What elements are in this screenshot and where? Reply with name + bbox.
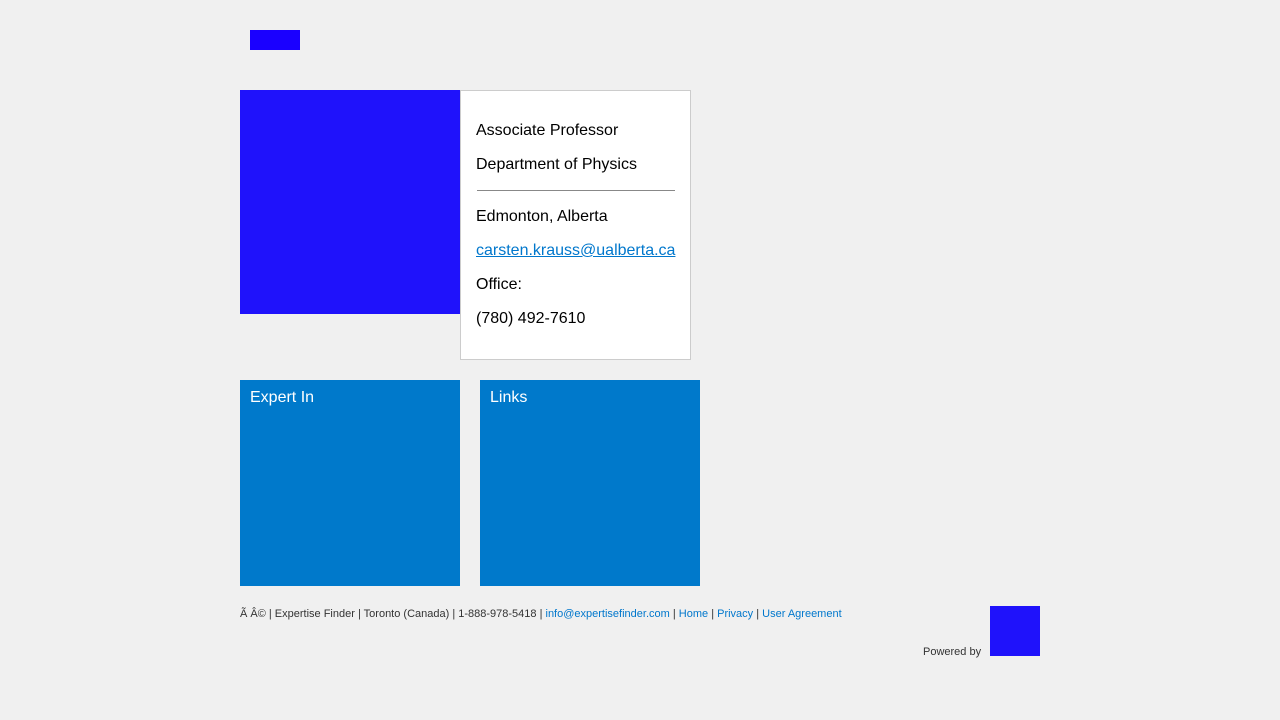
site-logo[interactable] (250, 30, 300, 50)
footer-user-agreement-link[interactable]: User Agreement (762, 608, 841, 620)
powered-by-label: Powered by (923, 646, 982, 658)
profile-email-link[interactable]: carsten.krauss@ualberta.ca (476, 242, 675, 259)
profile-photo (240, 90, 460, 314)
profile-location: Edmonton, Alberta (476, 208, 608, 225)
info-divider (477, 190, 675, 191)
footer-privacy-link[interactable]: Privacy (717, 608, 753, 620)
expert-in-label: Expert In (250, 389, 315, 406)
profile-info-card: Associate Professor Department of Physic… (460, 90, 691, 360)
profile-email-row: carsten.krauss@ualberta.ca (476, 241, 675, 261)
powered-by-logo[interactable] (990, 606, 1040, 656)
profile-title: Associate Professor (476, 122, 619, 139)
footer-separator: | (711, 608, 715, 620)
links-label: Links (490, 389, 528, 406)
footer-copyright: Ã Â© | Expertise Finder | Toronto (Canad… (240, 608, 543, 620)
footer: Ã Â© | Expertise Finder | Toronto (Canad… (240, 606, 842, 622)
links-tile[interactable]: Links (480, 380, 700, 586)
profile-phone: (780) 492-7610 (476, 310, 586, 327)
expert-in-tile[interactable]: Expert In (240, 380, 460, 586)
profile-office-label: Office: (476, 276, 522, 293)
profile-department: Department of Physics (476, 156, 637, 173)
footer-email-link[interactable]: info@expertisefinder.com (546, 608, 670, 620)
footer-separator: | (756, 608, 760, 620)
footer-home-link[interactable]: Home (679, 608, 708, 620)
footer-separator: | (672, 608, 676, 620)
